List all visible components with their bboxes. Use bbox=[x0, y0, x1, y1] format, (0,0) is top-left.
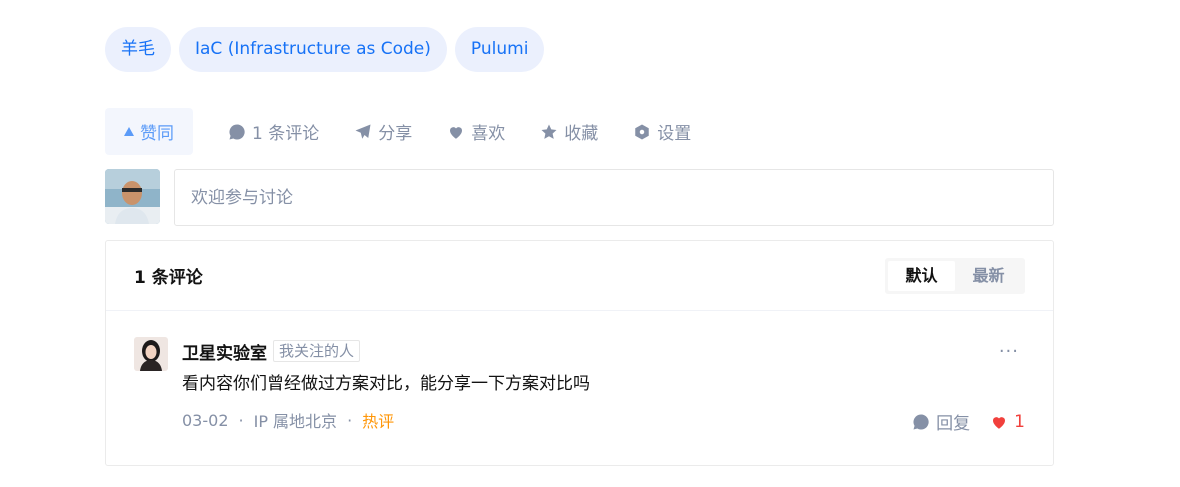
topic-tags: 羊毛 IaC (Infrastructure as Code) Pulumi bbox=[105, 27, 545, 72]
sort-latest-button[interactable]: 最新 bbox=[955, 261, 1022, 291]
like-label: 喜欢 bbox=[471, 124, 506, 144]
settings-label: 设置 bbox=[657, 124, 692, 144]
comment-composer bbox=[105, 169, 1054, 226]
comments-count-title: 1 条评论 bbox=[134, 268, 203, 288]
reply-bubble-icon bbox=[913, 413, 929, 429]
comment-item: ··· 卫星实验室 我关注的人 看内容你们曾经做过方案对比，能分享一下方案对比吗… bbox=[134, 337, 1025, 434]
comment-actions: 回复 1 bbox=[912, 409, 1025, 434]
sort-default-button[interactable]: 默认 bbox=[888, 260, 955, 291]
tag-pulumi[interactable]: Pulumi bbox=[454, 27, 545, 72]
upvote-button[interactable]: 赞同 bbox=[105, 108, 193, 155]
current-user-avatar bbox=[105, 169, 160, 224]
separator-dot: · bbox=[238, 410, 244, 430]
comment-button-label: 1 条评论 bbox=[252, 124, 320, 144]
comment-footer: 03-02 · IP 属地北京 · 热评 bbox=[182, 408, 1025, 432]
sort-toggle: 默认 最新 bbox=[885, 257, 1025, 294]
collect-label: 收藏 bbox=[564, 124, 599, 144]
comment-text: 看内容你们曾经做过方案对比，能分享一下方案对比吗 bbox=[182, 374, 590, 394]
comment-button[interactable]: 1 条评论 bbox=[228, 119, 319, 144]
settings-button[interactable]: 设置 bbox=[633, 119, 691, 144]
collect-button[interactable]: 收藏 bbox=[540, 119, 598, 144]
like-button[interactable]: 喜欢 bbox=[447, 119, 505, 144]
comment-author-avatar[interactable] bbox=[134, 337, 168, 371]
reply-label: 回复 bbox=[936, 414, 971, 434]
heart-filled-icon bbox=[993, 416, 1006, 429]
comment-ip-location: IP 属地北京 bbox=[253, 412, 338, 431]
upvote-arrow-icon bbox=[124, 127, 134, 136]
reply-button[interactable]: 回复 bbox=[912, 409, 970, 434]
answer-actions: 赞同 1 条评论 分享 喜欢 收藏 设置 bbox=[105, 108, 691, 155]
comment-date: 03-02 bbox=[182, 410, 229, 430]
upvote-label: 赞同 bbox=[140, 124, 174, 144]
comment-like-count: 1 bbox=[1014, 411, 1025, 432]
star-icon bbox=[541, 124, 557, 139]
tag-iac[interactable]: IaC (Infrastructure as Code) bbox=[179, 27, 447, 72]
comment-more-button[interactable]: ··· bbox=[999, 341, 1019, 362]
paper-plane-icon bbox=[355, 124, 371, 139]
heart-icon bbox=[450, 126, 463, 139]
separator-dot: · bbox=[347, 410, 353, 430]
comment-input[interactable] bbox=[174, 169, 1054, 226]
hexagon-gear-icon bbox=[635, 124, 649, 139]
following-badge: 我关注的人 bbox=[273, 340, 361, 362]
hot-comment-badge: 热评 bbox=[362, 412, 395, 431]
comments-panel: 1 条评论 默认 最新 ··· 卫星实验室 我关注的人 看内容你们曾经做过方案对… bbox=[105, 240, 1054, 466]
comment-like-button[interactable]: 1 bbox=[990, 412, 1025, 432]
comment-author-name[interactable]: 卫星实验室 bbox=[182, 339, 267, 364]
share-button[interactable]: 分享 bbox=[354, 119, 412, 144]
comment-bubble-icon bbox=[229, 123, 245, 139]
comments-header: 1 条评论 默认 最新 bbox=[106, 241, 1053, 311]
share-label: 分享 bbox=[378, 124, 413, 144]
tag-yangmao[interactable]: 羊毛 bbox=[105, 27, 171, 72]
